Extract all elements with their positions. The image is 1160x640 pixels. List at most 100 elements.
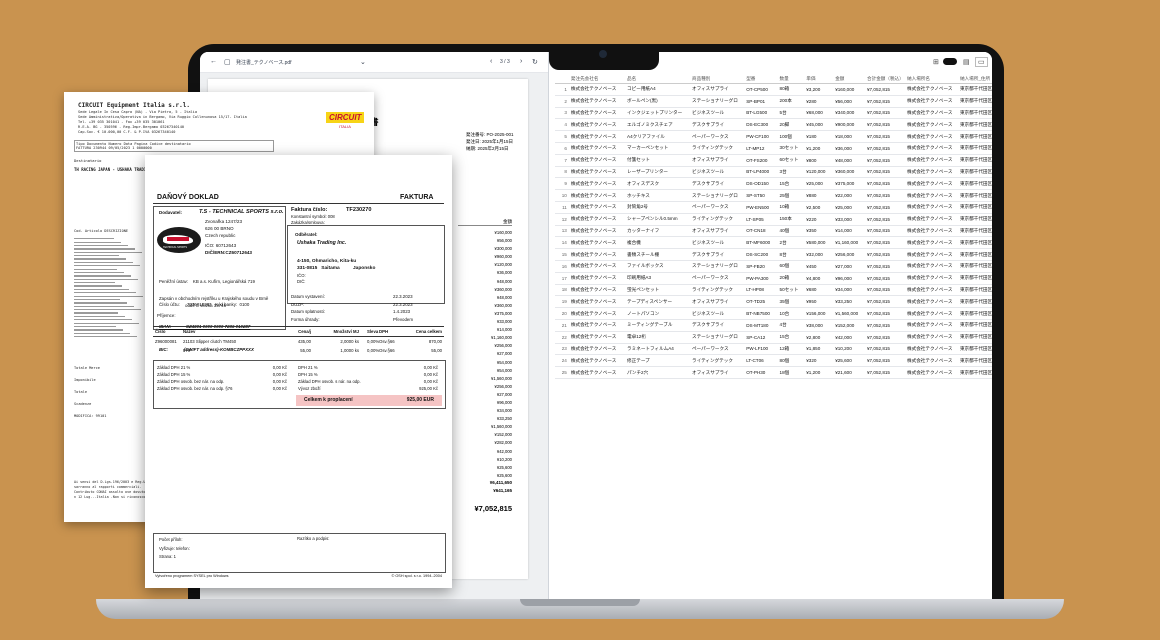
table-cell[interactable]: ¥256,000 [833,248,865,261]
table-cell[interactable]: 株式会社テクノベース [568,331,626,344]
table-cell[interactable]: ¥800 [804,154,834,167]
table-cell[interactable]: 株式会社テクノベース [905,154,958,167]
table-cell[interactable]: 東京都千代田区 [957,225,992,238]
table-cell[interactable]: ファイルボックス [625,260,690,273]
table-cell[interactable]: 株式会社テクノベース [905,107,958,120]
table-cell[interactable]: 東京都千代田区 [957,130,992,143]
table-cell[interactable]: 東京都千代田区 [957,142,992,155]
table-cell[interactable]: 40個 [777,225,805,238]
table-cell[interactable]: 15台 [777,177,805,191]
table-cell[interactable]: マーカーペンセット [625,142,690,155]
table-cell[interactable]: OT-CP500 [744,83,778,96]
table-cell[interactable]: 株式会社テクノベース [905,225,958,238]
table-cell[interactable]: 株式会社テクノベース [568,319,626,332]
table-cell[interactable]: DS-SC200 [744,248,778,261]
table-cell[interactable]: 50セット [777,284,805,297]
table-cell[interactable]: 株式会社テクノベース [568,83,626,96]
table-cell[interactable]: ¥680 [804,284,834,297]
table-cell[interactable]: ¥4,800 [804,272,834,285]
table-cell[interactable]: ¥7,052,815 [865,284,905,297]
row-number[interactable]: 2 [555,95,569,108]
table-cell[interactable]: ¥34,000 [833,284,865,297]
table-cell[interactable]: 株式会社テクノベース [905,366,958,379]
table-row[interactable]: 16 株式会社テクノベース ファイルボックス ステーショナリーグロ SP-FB20 60個… [555,260,992,273]
table-cell[interactable]: 株式会社テクノベース [568,366,626,379]
table-cell[interactable]: 東京都千代田区 [957,236,992,250]
table-cell[interactable]: 株式会社テクノベース [905,130,958,143]
row-number[interactable]: 10 [555,189,569,202]
table-row[interactable]: 10 株式会社テクノベース ホッチキス ステーショナリーグロ SP-ST50 25個 ¥88… [555,189,992,202]
column-header[interactable]: 単価 [804,74,834,84]
table-cell[interactable]: ¥1,850 [804,343,834,356]
table-cell[interactable]: PW-EN500 [744,201,778,214]
chevron-down-icon[interactable]: ⌄ [360,58,366,66]
table-row[interactable]: 5 株式会社テクノベース A4クリアファイル ペーパーワークス PW-CF100 100個… [555,130,992,143]
table-cell[interactable]: 株式会社テクノベース [568,201,626,214]
table-cell[interactable]: 株式会社テクノベース [905,177,958,191]
table-cell[interactable]: LT-HP08 [744,284,778,297]
table-cell[interactable]: DS-MT180 [744,319,778,332]
table-cell[interactable]: ¥33,000 [833,213,865,226]
row-number[interactable]: 18 [555,284,569,297]
table-cell[interactable]: ノートパソコン [625,307,690,320]
table-cell[interactable]: ¥2,800 [804,331,834,344]
table-cell[interactable]: ¥7,052,815 [865,201,905,214]
table-cell[interactable]: 東京都千代田区 [957,366,992,379]
table-cell[interactable]: 東京都千代田区 [957,213,992,226]
table-cell[interactable]: ¥2,500 [804,201,834,214]
table-cell[interactable]: DS-EC300 [744,118,778,132]
table-cell[interactable]: ステーショナリーグロ [689,189,745,202]
row-number[interactable]: 22 [555,331,569,344]
table-cell[interactable]: 東京都千代田区 [957,95,992,108]
table-cell[interactable]: 印刷用紙A3 [625,272,690,285]
table-cell[interactable]: 東京都千代田区 [957,260,992,273]
table-cell[interactable]: コピー用紙A4 [625,83,690,96]
table-cell[interactable]: 株式会社テクノベース [905,142,958,155]
prev-page-icon[interactable]: ‹ [490,58,492,65]
table-cell[interactable]: 20箱 [777,272,805,285]
table-cell[interactable]: 60個 [777,260,805,273]
row-number[interactable]: 19 [555,295,569,309]
table-row[interactable]: 22 株式会社テクノベース 電卓12桁 ステーショナリーグロ SP-CA12 15台 ¥2,… [555,331,992,344]
table-cell[interactable]: 株式会社テクノベース [905,295,958,309]
column-header[interactable]: 合計金額（税込） [865,74,905,84]
row-number[interactable]: 13 [555,225,569,238]
table-cell[interactable]: 東京都千代田区 [957,319,992,332]
table-cell[interactable]: 8台 [777,248,805,261]
table-cell[interactable]: ¥7,052,815 [865,248,905,261]
table-cell[interactable]: 株式会社テクノベース [905,248,958,261]
table-cell[interactable]: 蛍光ペンセット [625,284,690,297]
table-cell[interactable]: ¥580,000 [804,236,834,250]
table-cell[interactable]: LT-SP05 [744,213,778,226]
row-number[interactable]: 9 [555,177,569,191]
table-cell[interactable]: ¥1,160,000 [833,236,865,250]
table-cell[interactable]: 東京都千代田区 [957,272,992,285]
row-number[interactable]: 5 [555,130,569,143]
table-cell[interactable]: ¥7,052,815 [865,130,905,143]
table-cell[interactable]: 3台 [777,166,805,179]
table-cell[interactable]: ¥7,052,815 [865,272,905,285]
table-cell[interactable]: ¥280 [804,95,834,108]
table-cell[interactable]: ¥27,000 [833,260,865,273]
table-cell[interactable]: ¥350 [804,225,834,238]
pane-divider[interactable] [548,52,549,600]
row-number[interactable]: 14 [555,236,569,250]
table-cell[interactable]: ¥22,000 [833,189,865,202]
row-number[interactable]: 7 [555,154,569,167]
table-cell[interactable]: ¥7,052,815 [865,107,905,120]
table-cell[interactable]: 株式会社テクノベース [905,166,958,179]
table-row[interactable]: 12 株式会社テクノベース シャープペンシル0.5mm ライティングテック LT-SP0… [555,213,992,226]
table-cell[interactable]: デスクサプライ [689,177,745,191]
table-cell[interactable]: 株式会社テクノベース [568,142,626,155]
table-cell[interactable]: オフィスサプライ [689,154,745,167]
table-cell[interactable]: 株式会社テクノベース [905,354,958,368]
table-cell[interactable]: 東京都千代田区 [957,284,992,297]
table-cell[interactable]: ¥3,200 [804,83,834,96]
table-cell[interactable]: 株式会社テクノベース [568,236,626,250]
table-cell[interactable]: ¥7,052,815 [865,354,905,368]
table-cell[interactable]: ¥96,000 [833,272,865,285]
row-number[interactable]: 11 [555,201,569,214]
table-row[interactable]: 2 株式会社テクノベース ボールペン(黒) ステーショナリーグロ SP-BP01 200本… [555,95,992,108]
table-cell[interactable]: ¥45,000 [804,118,834,132]
table-cell[interactable]: インクジェットプリンター [625,107,690,120]
